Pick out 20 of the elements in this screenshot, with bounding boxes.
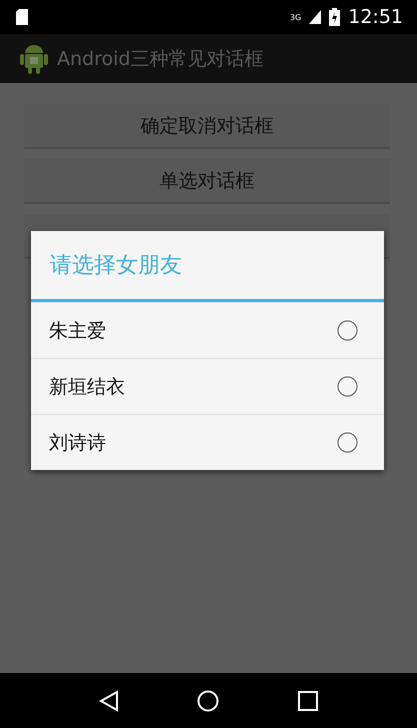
option-label: 新垣结衣 — [49, 374, 126, 400]
option-row[interactable]: 刘诗诗 — [31, 414, 384, 470]
option-label: 刘诗诗 — [49, 430, 107, 456]
android-robot-icon — [19, 42, 49, 74]
option-row[interactable]: 新垣结衣 — [31, 358, 384, 414]
dialog-title: 请选择女朋友 — [50, 252, 182, 280]
sd-card-icon — [16, 9, 28, 25]
option-label: 朱主爱 — [49, 318, 107, 344]
network-type: 3G — [290, 12, 302, 22]
battery-icon — [329, 8, 340, 26]
recents-icon[interactable] — [298, 690, 318, 710]
back-icon[interactable] — [99, 690, 120, 712]
option-row[interactable]: 朱主爱 — [31, 302, 384, 358]
radio-button[interactable] — [337, 432, 358, 453]
clock: 12:51 — [348, 6, 403, 28]
app-title: Android三种常见对话框 — [57, 46, 264, 72]
home-icon[interactable] — [197, 690, 220, 712]
signal-icon — [309, 10, 322, 24]
radio-button[interactable] — [337, 376, 358, 397]
radio-button[interactable] — [337, 320, 358, 341]
